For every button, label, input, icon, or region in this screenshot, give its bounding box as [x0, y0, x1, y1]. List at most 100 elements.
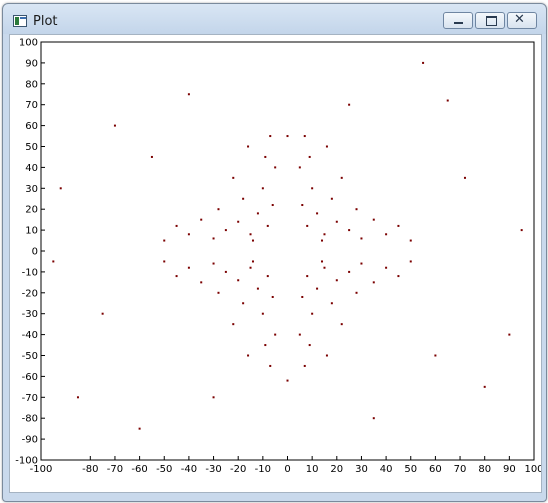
scatter-chart: 1009080706050403020100-10-20-30-40-50-60…	[15, 38, 541, 476]
data-point	[348, 229, 351, 232]
y-tick-label: 40	[25, 163, 38, 174]
minimize-button[interactable]	[443, 12, 473, 29]
data-point	[232, 323, 235, 326]
data-point	[251, 239, 254, 242]
x-tick-label: -100	[30, 464, 53, 475]
y-tick-label: 10	[25, 226, 38, 237]
data-point	[256, 287, 259, 290]
y-tick-label: 30	[25, 184, 38, 195]
data-point	[232, 176, 235, 179]
x-axis: -100 -80 -70 -60 -50 -40 -30 -20 -10 0 10 20 30 40 50 6…	[30, 456, 541, 475]
data-point	[385, 233, 388, 236]
data-point	[323, 233, 326, 236]
data-point	[187, 93, 190, 96]
data-point	[286, 379, 289, 382]
x-tick-label: -30	[205, 464, 221, 475]
data-point	[311, 187, 314, 190]
data-point	[200, 218, 203, 221]
data-point	[316, 287, 319, 290]
y-tick-label: 90	[25, 58, 38, 69]
data-point	[321, 260, 324, 263]
x-tick-label: 70	[454, 464, 467, 475]
data-point	[348, 103, 351, 106]
data-point	[52, 260, 55, 263]
data-point	[355, 208, 358, 211]
x-tick-label: 90	[503, 464, 516, 475]
x-tick-label: 0	[284, 464, 290, 475]
data-point	[372, 218, 375, 221]
data-point	[266, 224, 269, 227]
data-point	[224, 270, 227, 273]
data-point	[212, 262, 215, 265]
x-tick-label: -60	[131, 464, 147, 475]
x-tick-label: 30	[355, 464, 368, 475]
data-point	[355, 291, 358, 294]
data-point	[271, 295, 274, 298]
data-point	[330, 197, 333, 200]
data-point	[483, 385, 486, 388]
data-point	[308, 155, 311, 158]
x-tick-label: 40	[380, 464, 393, 475]
data-point	[187, 233, 190, 236]
close-icon: ✕	[514, 12, 525, 27]
data-point	[321, 239, 324, 242]
data-point	[101, 312, 104, 315]
data-point	[269, 135, 272, 138]
y-tick-label: 60	[25, 121, 38, 132]
data-point	[212, 396, 215, 399]
x-tick-label: 80	[478, 464, 491, 475]
data-point	[76, 396, 79, 399]
minimize-icon	[454, 22, 463, 24]
data-point	[323, 266, 326, 269]
data-point	[409, 260, 412, 263]
y-tick-label: 50	[25, 142, 38, 153]
data-point	[360, 262, 363, 265]
data-point	[325, 354, 328, 357]
data-point	[175, 275, 178, 278]
y-tick-label: 80	[25, 79, 38, 90]
x-tick-label: -10	[255, 464, 271, 475]
y-tick-label: -50	[22, 351, 38, 362]
maximize-icon	[486, 16, 497, 26]
data-point	[271, 204, 274, 207]
data-point	[200, 281, 203, 284]
data-point	[274, 166, 277, 169]
data-point	[242, 197, 245, 200]
y-tick-label: -40	[22, 330, 38, 341]
data-point	[187, 266, 190, 269]
x-tick-label: 100	[524, 464, 541, 475]
y-tick-label: -70	[22, 393, 38, 404]
data-point	[422, 61, 425, 64]
data-point	[217, 208, 220, 211]
maximize-button[interactable]	[475, 12, 505, 29]
data-point	[298, 333, 301, 336]
data-point	[247, 354, 250, 357]
x-tick-label: 50	[404, 464, 417, 475]
data-point	[303, 135, 306, 138]
data-point	[261, 187, 264, 190]
data-point	[113, 124, 116, 127]
y-tick-label: -60	[22, 372, 38, 383]
data-point	[138, 427, 141, 430]
data-point	[311, 312, 314, 315]
plot-window-icon[interactable]	[13, 15, 27, 27]
data-point	[163, 260, 166, 263]
data-point	[237, 279, 240, 282]
data-point	[340, 323, 343, 326]
x-tick-label: 60	[429, 464, 442, 475]
data-point	[247, 145, 250, 148]
y-tick-label: -30	[22, 309, 38, 320]
data-point	[301, 204, 304, 207]
plot-window: Plot ✕ 100 90 80 70 60 50 40 30 20 10 0 -10 -20 -30 -4…	[2, 3, 547, 502]
data-point	[372, 417, 375, 420]
data-point	[256, 212, 259, 215]
data-point	[330, 302, 333, 305]
data-point	[266, 275, 269, 278]
close-button[interactable]: ✕	[507, 12, 537, 29]
title-bar[interactable]: Plot ✕	[3, 4, 546, 34]
x-tick-label: -70	[107, 464, 123, 475]
data-point	[463, 176, 466, 179]
data-point	[409, 239, 412, 242]
data-point	[335, 220, 338, 223]
y-tick-label: -10	[22, 267, 38, 278]
